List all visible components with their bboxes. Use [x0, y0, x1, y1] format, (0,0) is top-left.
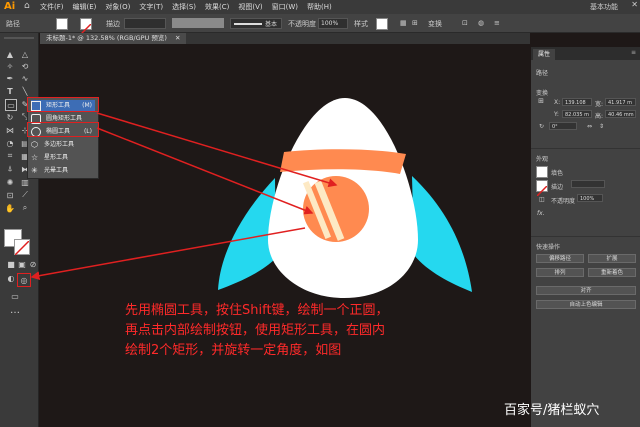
offset-path-button[interactable]: 偏移路径 — [536, 254, 584, 263]
opacity-icon: ◫ — [539, 196, 545, 203]
reference-point-icon[interactable]: ⊞ — [536, 96, 546, 106]
arrange-button[interactable]: 排列 — [536, 268, 584, 277]
live-paint-button[interactable]: 自动上色编辑 — [536, 300, 636, 309]
fx-icon[interactable]: fx. — [537, 210, 545, 217]
x-label: X: — [554, 99, 561, 106]
tutorial-annotation: 先用椭圆工具，按住Shift键，绘制一个正圆， 再点击内部绘制按钮，使用矩形工具… — [125, 301, 470, 361]
panel-opacity-label: 不透明度 — [551, 198, 576, 205]
panel-fill-swatch[interactable] — [536, 166, 548, 178]
annotation-line-2: 再点击内部绘制按钮，使用矩形工具，在圆内 — [125, 323, 386, 338]
properties-panel-tabs: 属性 ≡ — [531, 47, 640, 60]
panel-no-stroke-icon — [536, 185, 548, 197]
panel-opacity-field[interactable]: 100% — [577, 194, 603, 202]
expand-button[interactable]: 扩展 — [588, 254, 636, 263]
rocket-illustration — [218, 98, 472, 298]
arrow-to-stripes — [96, 127, 314, 215]
properties-panel: 路径 变换 ⊞ X: 139.108 宽: 41.917 m Y: 82.035… — [531, 60, 640, 427]
fill-label: 填色 — [551, 170, 564, 177]
angle-field[interactable]: 0° — [549, 122, 577, 130]
tab-properties[interactable]: 属性 — [533, 49, 556, 60]
flip-vertical-icon[interactable]: ⇕ — [599, 123, 604, 130]
flip-horizontal-icon[interactable]: ⇔ — [587, 123, 592, 130]
width-field[interactable]: 41.917 m — [605, 98, 636, 106]
x-field[interactable]: 139.108 — [562, 98, 592, 106]
stroke-label: 描边 — [551, 184, 564, 191]
panel-stroke-swatch[interactable] — [536, 180, 548, 197]
panel-divider — [531, 236, 640, 237]
stroke-weight-field[interactable] — [571, 180, 605, 188]
align-button[interactable]: 对齐 — [536, 286, 636, 295]
width-label: 宽: — [595, 101, 604, 108]
y-label: Y: — [554, 111, 559, 118]
height-label: 高: — [595, 113, 604, 120]
rotate-icon: ↻ — [539, 123, 545, 130]
rocket-right-wing[interactable] — [412, 176, 472, 292]
annotation-line-3: 绘制2个矩形，并旋转一定角度，如图 — [125, 343, 342, 358]
panel-divider — [531, 148, 640, 149]
selection-type: 路径 — [536, 70, 549, 77]
appearance-section-title: 外观 — [536, 156, 549, 163]
height-field[interactable]: 40.46 mm — [605, 110, 636, 118]
quick-actions-title: 快速操作 — [536, 244, 561, 251]
recolor-button[interactable]: 重新着色 — [588, 268, 636, 277]
y-field[interactable]: 82.035 m — [562, 110, 592, 118]
watermark: 百家号/猪栏蚁穴 — [504, 403, 600, 418]
annotation-line-1: 先用椭圆工具，按住Shift键，绘制一个正圆， — [125, 303, 389, 318]
panel-menu-icon[interactable]: ≡ — [631, 49, 636, 56]
